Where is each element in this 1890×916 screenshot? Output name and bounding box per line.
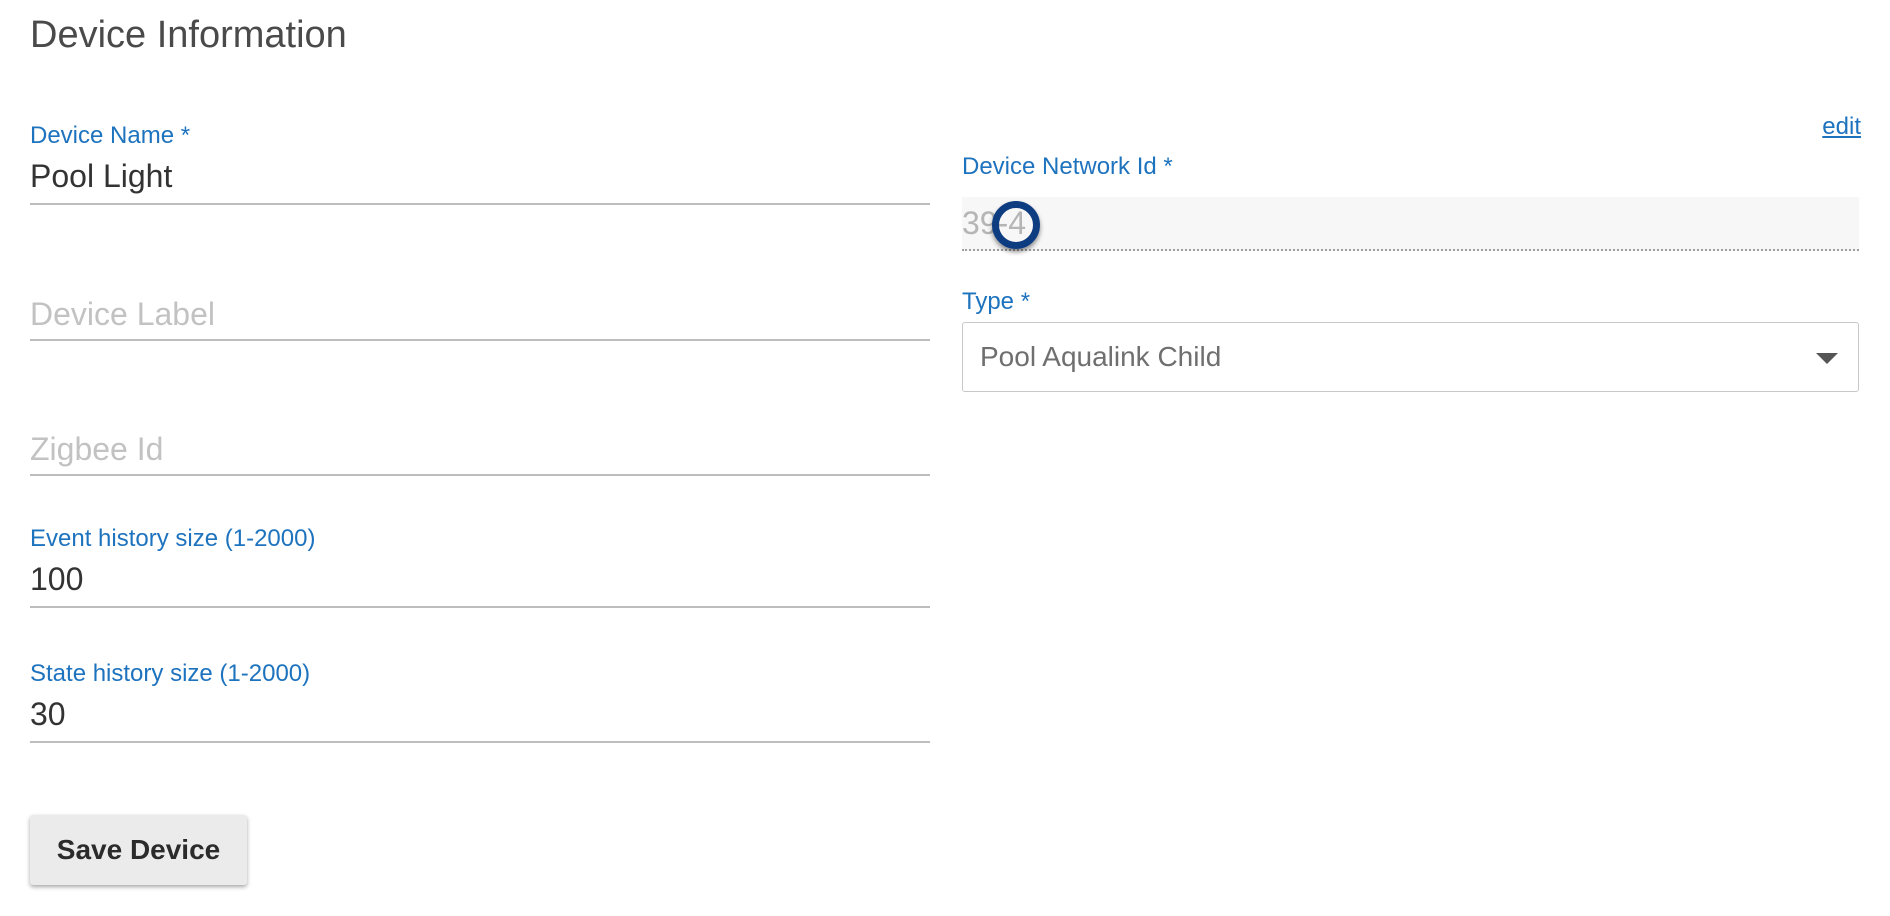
device-name-underline (30, 203, 930, 205)
device-name-label: Device Name * (30, 122, 191, 149)
event-history-field[interactable]: Event history size (1-2000) 100 (30, 525, 930, 611)
event-history-label: Event history size (1-2000) (30, 525, 316, 552)
type-selected-value: Pool Aqualink Child (980, 341, 1222, 372)
device-information-page: Device Information Device Name * Pool Li… (0, 0, 1890, 916)
network-id-readonly-box: 39-4 (962, 197, 1859, 251)
device-label-input[interactable]: Device Label (30, 296, 215, 333)
save-device-button[interactable]: Save Device (30, 815, 247, 885)
zigbee-id-input[interactable]: Zigbee Id (30, 431, 163, 468)
event-history-input[interactable]: 100 (30, 561, 83, 598)
device-name-field[interactable]: Device Name * Pool Light (30, 120, 930, 206)
device-label-underline (30, 339, 930, 341)
event-history-underline (30, 606, 930, 608)
type-field[interactable]: Type * Pool Aqualink Child (962, 288, 1859, 392)
zigbee-id-underline (30, 474, 930, 476)
device-name-input[interactable]: Pool Light (30, 158, 172, 195)
state-history-field[interactable]: State history size (1-2000) 30 (30, 660, 930, 746)
device-label-field[interactable]: Device Label (30, 296, 930, 342)
type-label: Type * (962, 288, 1031, 315)
network-id-field: Device Network Id * 39-4 (962, 153, 1859, 253)
click-indicator-icon (992, 201, 1040, 249)
zigbee-id-field[interactable]: Zigbee Id (30, 431, 930, 477)
caret-down-icon[interactable] (1816, 353, 1838, 364)
state-history-input[interactable]: 30 (30, 696, 66, 733)
type-select[interactable]: Pool Aqualink Child (962, 322, 1859, 392)
network-id-label: Device Network Id * (962, 153, 1173, 180)
edit-link[interactable]: edit (1822, 113, 1861, 141)
state-history-underline (30, 741, 930, 743)
page-title: Device Information (30, 14, 347, 56)
state-history-label: State history size (1-2000) (30, 660, 311, 687)
